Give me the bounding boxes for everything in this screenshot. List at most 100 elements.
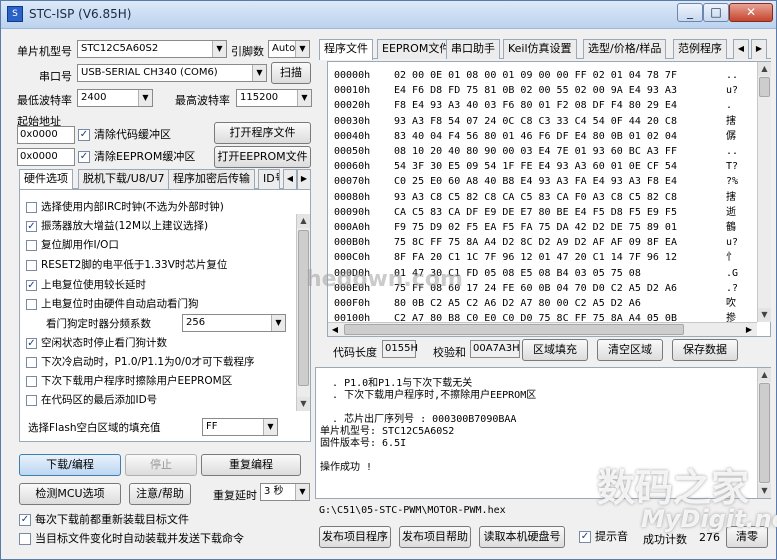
wdt-prescaler-label: 看门狗定时器分频系数 <box>46 318 151 330</box>
hw-option-5[interactable]: 上电复位时由硬件自动启动看门狗 <box>26 297 199 311</box>
hex-address: 00060h <box>334 161 371 173</box>
scroll-down-icon[interactable]: ▼ <box>297 397 310 411</box>
hex-hscrollbar[interactable]: ◀ ▶ <box>328 322 757 336</box>
hex-bytes[interactable]: 02 00 0E 01 08 00 01 09 00 00 FF 02 01 0… <box>394 68 677 83</box>
tab-id-number[interactable]: ID号 <box>258 169 280 189</box>
log-scrollbar[interactable]: ▲ ▼ <box>757 368 771 498</box>
main-window: S STC-ISP (V6.85H) _ □ ✕ 单片机型号 STC12C5A6… <box>0 0 777 560</box>
eeprom-start-address-input[interactable]: 0x0000 <box>17 148 75 166</box>
hex-scrollbar[interactable]: ▲ ▼ <box>757 62 771 322</box>
repeat-delay-select[interactable]: 3 秒 ▼ <box>260 483 310 501</box>
hw-option-6[interactable]: ✓ 空闲状态时停止看门狗计数 <box>26 336 167 350</box>
hex-bytes[interactable]: 75 8C FF 75 8A A4 D2 8C D2 A9 D2 AF AF 0… <box>394 235 677 250</box>
read-disk-id-button[interactable]: 读取本机硬盘号 <box>479 526 565 548</box>
scroll-up-icon[interactable]: ▲ <box>758 368 771 382</box>
clear-code-buffer-checkbox[interactable]: ✓ 清除代码缓冲区 <box>78 128 171 142</box>
hex-editor[interactable]: 00000h 02 00 0E 01 08 00 01 09 00 00 FF 0… <box>327 61 771 337</box>
repeat-program-button[interactable]: 重复编程 <box>201 454 301 476</box>
options-scrollbar[interactable]: ▲ ▼ <box>296 214 310 411</box>
area-fill-button[interactable]: 区域填充 <box>522 339 588 361</box>
scroll-down-icon[interactable]: ▼ <box>758 484 771 498</box>
mcu-type-select[interactable]: STC12C5A60S2 ▼ <box>77 40 227 58</box>
tab-scroll-right-icon[interactable]: ▶ <box>297 169 311 189</box>
tab-program-file[interactable]: 程序文件 <box>319 39 373 60</box>
hex-bytes[interactable]: E4 F6 D8 FD 75 81 0B 02 00 55 02 00 9A E… <box>394 83 677 98</box>
scroll-thumb[interactable] <box>298 230 309 386</box>
hw-option-8[interactable]: 下次下载用户程序时擦除用户EEPROM区 <box>26 374 232 388</box>
scroll-right-icon[interactable]: ▶ <box>742 323 756 336</box>
reload-before-download-checkbox[interactable]: ✓ 每次下载前都重新装载目标文件 <box>19 513 189 527</box>
port-select[interactable]: USB-SERIAL CH340 (COM6) ▼ <box>77 64 267 82</box>
code-start-address-input[interactable]: 0x0000 <box>17 126 75 144</box>
hex-bytes[interactable]: 80 0B C2 A5 C2 A6 D2 A7 80 00 C2 A5 D2 A… <box>394 296 641 311</box>
open-program-file-button[interactable]: 打开程序文件 <box>214 122 311 144</box>
tab-examples[interactable]: 范例程序 <box>673 39 727 59</box>
stop-button[interactable]: 停止 <box>125 454 197 476</box>
tab-serial-assistant[interactable]: 串口助手 <box>446 39 500 59</box>
hex-address: 00000h <box>334 70 371 81</box>
hex-bytes[interactable]: 83 40 04 F4 56 80 01 46 F6 DF E4 80 0B 0… <box>394 129 677 144</box>
hw-option-3[interactable]: RESET2脚的电平低于1.33V时芯片复位 <box>26 258 227 272</box>
notes-help-button[interactable]: 注意/帮助 <box>129 483 191 505</box>
scroll-down-icon[interactable]: ▼ <box>758 308 771 322</box>
tab-encrypted-transfer[interactable]: 程序加密后传输 <box>168 169 255 189</box>
scroll-thumb[interactable] <box>344 324 684 335</box>
hex-bytes[interactable]: 54 3F 30 E5 09 54 1F FE E4 93 A3 60 01 0… <box>394 159 677 174</box>
hw-option-0[interactable]: 选择使用内部IRC时钟(不选为外部时钟) <box>26 200 224 214</box>
hex-address: 00030h <box>334 115 371 127</box>
tab-keil-settings[interactable]: Keil仿真设置 <box>503 39 577 59</box>
auto-reload-checkbox[interactable]: 当目标文件变化时自动装载并发送下载命令 <box>19 532 244 546</box>
download-program-button[interactable]: 下载/编程 <box>19 454 121 476</box>
detect-mcu-button[interactable]: 检测MCU选项 <box>19 483 121 505</box>
scan-button[interactable]: 扫描 <box>271 62 311 84</box>
hex-bytes[interactable]: CA C5 83 CA DF E9 DE E7 80 BE E4 F5 D8 F… <box>394 205 677 220</box>
scroll-up-icon[interactable]: ▲ <box>297 214 310 228</box>
clear-area-button[interactable]: 清空区域 <box>597 339 663 361</box>
log-line: . P1.0和P1.1与下次下载无关 <box>320 378 473 389</box>
tab-selection-price[interactable]: 选型/价格/样品 <box>583 39 667 59</box>
max-baud-select[interactable]: 115200 ▼ <box>236 89 312 107</box>
chevron-down-icon: ▼ <box>138 90 152 106</box>
scroll-left-icon[interactable]: ◀ <box>328 323 342 336</box>
pin-count-select[interactable]: Auto ▼ <box>268 40 310 58</box>
publish-help-button[interactable]: 发布项目帮助 <box>399 526 471 548</box>
beep-checkbox[interactable]: ✓ 提示音 <box>579 530 628 544</box>
close-button[interactable]: ✕ <box>729 3 773 22</box>
log-line: 单片机型号: STC12C5A60S2 <box>320 426 455 437</box>
hex-bytes[interactable]: F9 75 D9 02 F5 EA F5 FA 75 DA 42 D2 DE 7… <box>394 220 677 235</box>
hex-bytes[interactable]: C0 25 E0 60 A8 40 B8 E4 93 A3 FA E4 93 A… <box>394 174 677 189</box>
hw-option-label: 振荡器放大增益(12M以上建议选择) <box>41 220 209 232</box>
hex-bytes[interactable]: 8F FA 20 C1 1C 7F 96 12 01 47 20 C1 14 7… <box>394 250 677 265</box>
hex-address: 000C0h <box>334 252 371 264</box>
tab-offline-download[interactable]: 脱机下载/U8/U7 <box>78 169 170 189</box>
tab-hardware-options[interactable]: 硬件选项 <box>19 169 73 190</box>
hex-bytes[interactable]: 93 A3 F8 54 07 24 0C C8 C3 33 C4 54 0F 4… <box>394 114 677 129</box>
flash-fill-select[interactable]: FF ▼ <box>202 418 278 436</box>
save-data-button[interactable]: 保存数据 <box>672 339 738 361</box>
minimize-button[interactable]: _ <box>677 3 703 22</box>
hw-option-label: 在代码区的最后添加ID号 <box>41 394 158 406</box>
tab-scroll-right-icon[interactable]: ▶ <box>751 39 767 59</box>
hw-option-1[interactable]: ✓ 振荡器放大增益(12M以上建议选择) <box>26 219 208 233</box>
scroll-thumb[interactable] <box>759 383 770 483</box>
scroll-up-icon[interactable]: ▲ <box>758 62 771 76</box>
hw-option-4[interactable]: ✓ 上电复位使用较长延时 <box>26 278 146 292</box>
tab-scroll-left-icon[interactable]: ◀ <box>733 39 749 59</box>
publish-program-button[interactable]: 发布项目程序 <box>319 526 391 548</box>
open-eeprom-file-button[interactable]: 打开EEPROM文件 <box>214 146 311 168</box>
hex-bytes[interactable]: 93 A3 C8 C5 82 C8 CA C5 83 CA F0 A3 C8 C… <box>394 190 677 205</box>
hex-bytes[interactable]: 08 10 20 40 80 90 00 03 E4 7E 01 93 60 B… <box>394 144 677 159</box>
tab-eeprom-file[interactable]: EEPROM文件 <box>377 39 456 59</box>
hw-option-9[interactable]: 在代码区的最后添加ID号 <box>26 393 157 407</box>
hex-bytes[interactable]: F8 E4 93 A3 40 03 F6 80 01 F2 08 DF F4 8… <box>394 98 677 113</box>
scroll-thumb[interactable] <box>759 77 770 97</box>
wdt-prescaler-select[interactable]: 256 ▼ <box>182 314 286 332</box>
checkbox-box <box>26 394 37 406</box>
max-baud-label: 最高波特率 <box>175 94 230 107</box>
hw-option-2[interactable]: 复位脚用作I/O口 <box>26 238 119 252</box>
clear-eeprom-buffer-checkbox[interactable]: ✓ 清除EEPROM缓冲区 <box>78 150 195 164</box>
maximize-button[interactable]: □ <box>703 3 729 22</box>
hw-option-7[interactable]: 下次冷启动时，P1.0/P1.1为0/0才可下载程序 <box>26 355 255 369</box>
min-baud-select[interactable]: 2400 ▼ <box>77 89 153 107</box>
tab-scroll-left-icon[interactable]: ◀ <box>283 169 297 189</box>
